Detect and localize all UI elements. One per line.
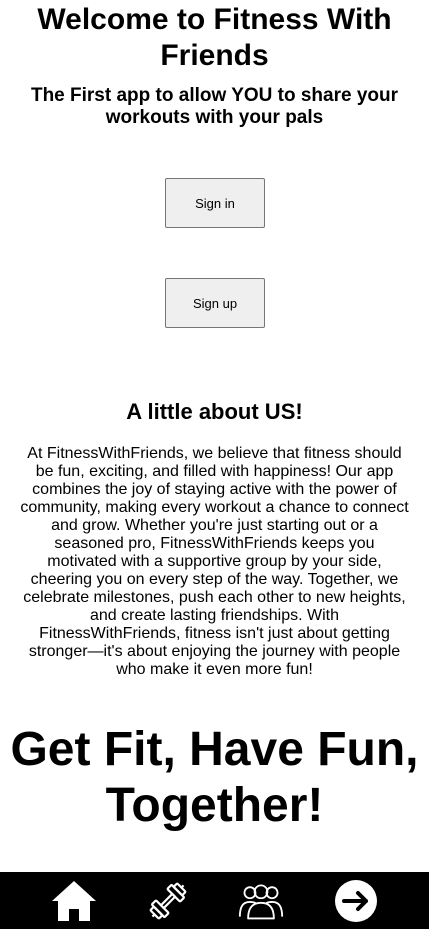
tagline: Get Fit, Have Fun, Together! xyxy=(10,723,419,832)
nav-item-workout[interactable] xyxy=(145,878,191,924)
sign-in-button[interactable]: Sign in xyxy=(165,178,265,228)
arrow-right-circle-icon xyxy=(335,880,377,922)
nav-item-home[interactable] xyxy=(51,878,97,924)
dumbbell-icon xyxy=(149,882,187,920)
nav-item-next[interactable] xyxy=(333,878,379,924)
page-subtitle: The First app to allow YOU to share your… xyxy=(30,85,399,128)
home-icon xyxy=(52,881,96,921)
welcome-page: Welcome to Fitness With Friends The Firs… xyxy=(0,0,429,929)
about-text: At FitnessWithFriends, we believe that f… xyxy=(20,445,409,678)
main-content: Welcome to Fitness With Friends The Firs… xyxy=(0,0,429,872)
bottom-nav xyxy=(0,872,429,929)
friends-icon xyxy=(238,884,284,920)
sign-up-button[interactable]: Sign up xyxy=(165,278,265,328)
page-title: Welcome to Fitness With Friends xyxy=(37,3,392,72)
about-heading: A little about US! xyxy=(126,399,303,424)
nav-item-friends[interactable] xyxy=(238,878,284,924)
